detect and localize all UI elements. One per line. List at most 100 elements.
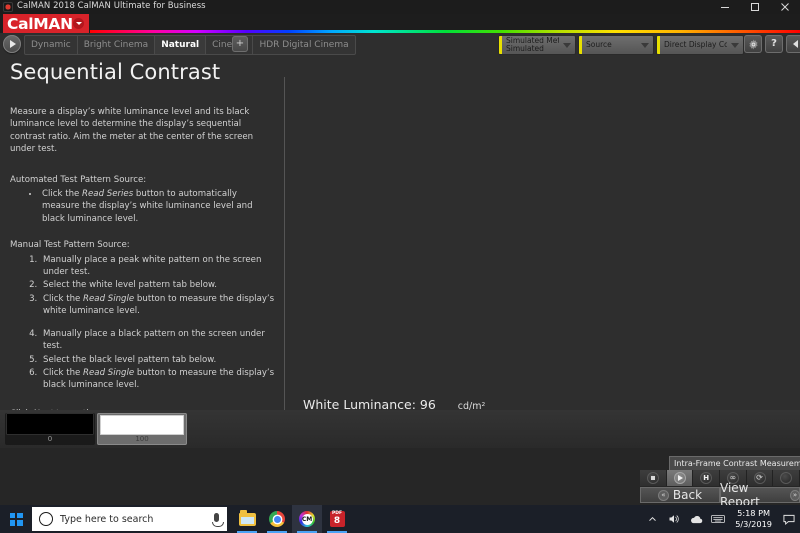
tab-bright-cinema[interactable]: Bright Cinema (78, 36, 156, 54)
volume-icon[interactable] (663, 505, 685, 533)
calman-application-window: CalMAN 2018 CalMAN Ultimate for Business… (0, 0, 800, 533)
list-item: Click the Read Single button to measure … (40, 293, 276, 318)
chevron-down-icon[interactable] (637, 36, 653, 54)
window-title: CalMAN 2018 CalMAN Ultimate for Business (17, 1, 206, 11)
view-report-button[interactable]: View Report » (720, 481, 800, 509)
step-pre: Select the white level pattern tab below… (43, 280, 217, 291)
hold-icon: H (703, 473, 710, 482)
minimize-button[interactable] (710, 0, 740, 14)
workflow-tab-strip: Dynamic Bright Cinema Natural Cinema HDR… (24, 35, 356, 55)
back-button[interactable]: « Back (640, 487, 720, 503)
automated-bullet-list: Click the Read Series button to automati… (10, 188, 276, 225)
source-dropdown-label: Source (582, 36, 637, 54)
meter-dropdown-line2: Simulated (506, 44, 544, 53)
show-hidden-icons-chevron[interactable] (641, 505, 663, 533)
taskbar-file-explorer[interactable] (232, 505, 262, 533)
hold-button[interactable]: H (693, 470, 721, 486)
step-em: Read Single (83, 367, 135, 378)
tab-hdr-digital-cinema[interactable]: HDR Digital Cinema (253, 36, 354, 54)
list-item: Click the Read Single button to measure … (40, 367, 276, 392)
taskbar-calman[interactable]: CM (292, 505, 322, 533)
calman-logo[interactable]: CalMAN (3, 14, 89, 33)
pdf-icon-number: 8 (333, 516, 341, 526)
main-content-area: Sequential Contrast Measure a display’s … (0, 55, 800, 468)
maximize-button[interactable] (740, 0, 770, 14)
page-title: Sequential Contrast (10, 60, 221, 84)
step-pre: Click the (43, 367, 84, 378)
start-button[interactable] (0, 505, 32, 533)
window-controls (710, 0, 800, 14)
tab-natural[interactable]: Natural (155, 36, 207, 54)
step-em: Read Single (83, 293, 135, 304)
play-nav-button[interactable] (3, 35, 21, 53)
keyboard-icon[interactable] (707, 505, 729, 533)
taskbar-apps: CM PDF 8 (232, 505, 352, 533)
calman-icon: CM (299, 511, 315, 527)
lead-paragraph: Measure a display’s white luminance leve… (10, 107, 254, 155)
list-item: Select the black level pattern tab below… (40, 354, 276, 366)
stop-icon (650, 476, 655, 480)
pattern-tab-bar: 0 100 (0, 410, 800, 448)
pattern-tab-white[interactable]: 100 (97, 413, 187, 445)
read-single-button[interactable] (666, 470, 694, 486)
pattern-swatch-white (100, 415, 184, 435)
taskbar-clock[interactable]: 5:18 PM 5/3/2019 (729, 508, 778, 530)
gear-icon[interactable] (744, 35, 762, 53)
taskbar-chrome[interactable] (262, 505, 292, 533)
navigation-buttons: « Back View Report » (640, 481, 800, 509)
bullet-em: Read Series (82, 189, 134, 200)
chevron-down-icon[interactable] (727, 36, 743, 54)
step-pre: Manually place a black pattern on the sc… (43, 328, 265, 352)
windows-taskbar: Type here to search CM PDF 8 5:18 PM 5/3… (0, 505, 800, 533)
list-item: Manually place a black pattern on the sc… (40, 328, 276, 353)
microphone-icon[interactable] (211, 513, 224, 527)
window-title-bar: CalMAN 2018 CalMAN Ultimate for Business (0, 0, 800, 14)
back-button-label: Back (672, 488, 703, 502)
bullet-pre: Click the (42, 189, 83, 200)
instructions-text: Measure a display’s white luminance leve… (10, 106, 276, 420)
search-input[interactable]: Type here to search (32, 507, 227, 531)
manual-steps-first: Manually place a peak white pattern on t… (10, 254, 276, 318)
previous-icon[interactable] (786, 35, 800, 53)
onedrive-cloud-icon[interactable] (685, 505, 707, 533)
stop-button[interactable] (640, 470, 667, 486)
chevron-down-icon[interactable] (559, 36, 575, 54)
taskbar-pdf-app[interactable]: PDF 8 (322, 505, 352, 533)
calman-logo-text: CalMAN (7, 14, 73, 33)
folder-icon (238, 509, 256, 526)
manual-heading: Manual Test Pattern Source: (10, 240, 130, 251)
source-dropdown-line1: Source (586, 39, 612, 49)
display-control-dropdown[interactable]: Direct Display Control (656, 35, 744, 55)
chevron-right-icon: » (789, 489, 800, 501)
help-icon-glyph: ? (771, 38, 777, 49)
display-dropdown-label: Direct Display Control (660, 36, 727, 54)
windows-logo-icon (9, 512, 23, 526)
automated-heading: Automated Test Pattern Source: (10, 174, 147, 185)
action-center-icon[interactable] (778, 505, 800, 533)
tooltip-intra-frame-contrast: Intra-Frame Contrast Measurement (669, 456, 800, 471)
previous-icon-glyph (792, 40, 798, 48)
list-item: Select the white level pattern tab below… (40, 279, 276, 291)
list-item: Manually place a peak white pattern on t… (40, 254, 276, 279)
list-item: Click the Read Series button to automati… (40, 188, 276, 225)
chrome-icon (269, 511, 285, 527)
toolbar: Dynamic Bright Cinema Natural Cinema HDR… (0, 33, 800, 56)
pdf-icon: PDF 8 (329, 511, 345, 527)
system-tray: 5:18 PM 5/3/2019 (641, 505, 800, 533)
step-pre: Click the (43, 293, 84, 304)
meter-dropdown[interactable]: Simulated Meter Simulated (498, 35, 576, 55)
play-icon (677, 475, 683, 481)
source-dropdown[interactable]: Source (578, 35, 654, 55)
manual-steps-second: Manually place a black pattern on the sc… (10, 328, 276, 392)
step-pre: Manually place a peak white pattern on t… (43, 254, 262, 278)
tab-dynamic[interactable]: Dynamic (25, 36, 78, 54)
chevron-down-icon[interactable] (73, 18, 84, 29)
calman-icon-label: CM (301, 513, 313, 525)
help-icon[interactable]: ? (765, 35, 783, 53)
pattern-tab-black[interactable]: 0 (5, 413, 95, 445)
calman-app-icon (3, 2, 13, 12)
add-tab-button[interactable]: + (232, 36, 248, 52)
pattern-label-white: 100 (135, 435, 149, 443)
meter-dropdown-label: Simulated Meter Simulated (502, 36, 559, 54)
close-button[interactable] (770, 0, 800, 14)
